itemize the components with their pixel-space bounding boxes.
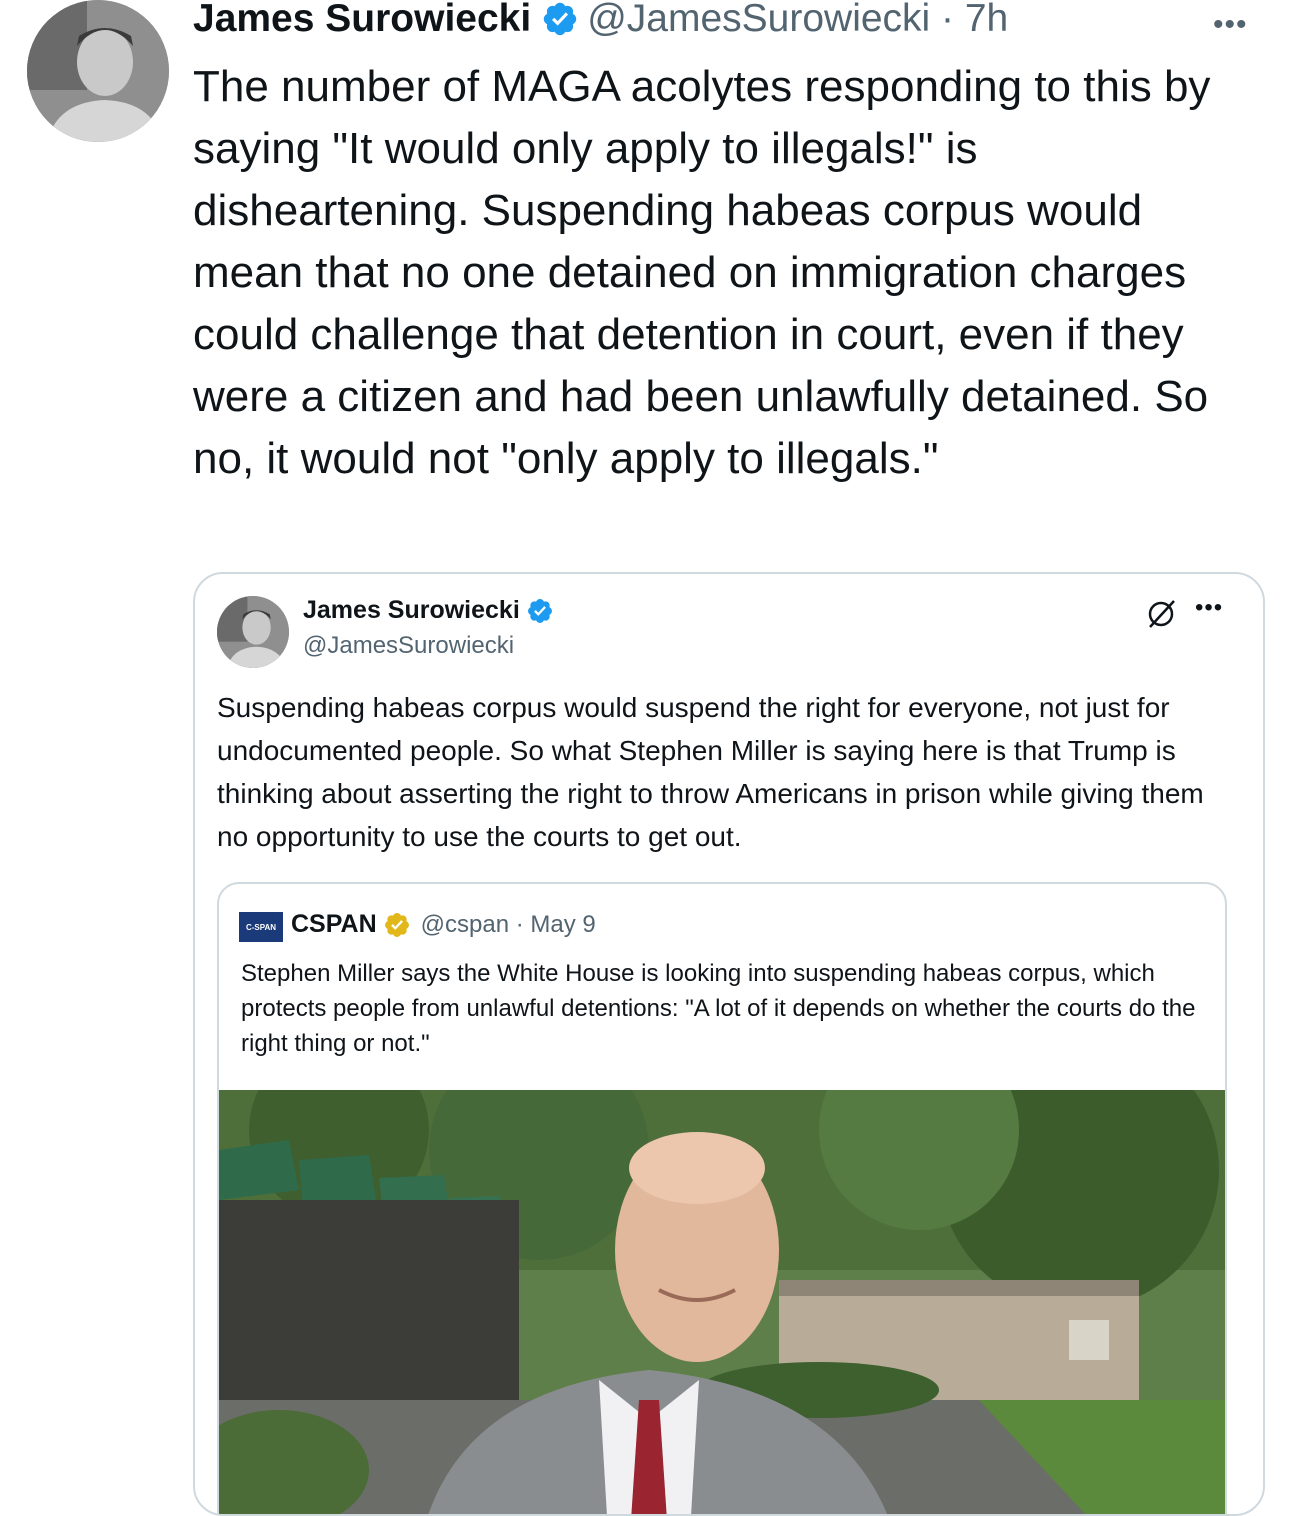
author-name[interactable]: James Surowiecki: [193, 0, 531, 41]
tweet-header: James Surowiecki @JamesSurowiecki · 7h: [193, 0, 1008, 44]
media-photo[interactable]: [219, 1090, 1225, 1516]
verified-badge-icon: [543, 2, 577, 36]
author-handle-time[interactable]: @JamesSurowiecki · 7h: [587, 0, 1008, 41]
quoted-more-options-icon[interactable]: •••: [1195, 594, 1223, 622]
quoted-author-row: James Surowiecki: [303, 596, 554, 625]
more-options-icon[interactable]: •••: [1213, 8, 1248, 42]
nested-author-name[interactable]: CSPAN: [291, 910, 377, 939]
tweet-text: The number of MAGA acolytes responding t…: [193, 62, 1211, 483]
nested-handle-date[interactable]: @cspan · May 9: [421, 911, 596, 939]
grok-icon[interactable]: [1143, 596, 1179, 632]
gold-verified-badge-icon: [384, 912, 409, 937]
quoted-author-avatar[interactable]: [217, 596, 289, 668]
cspan-logo[interactable]: C-SPAN: [239, 912, 283, 942]
quoted-tweet-text: Suspending habeas corpus would suspend t…: [217, 692, 1204, 852]
quoted-author-name[interactable]: James Surowiecki: [303, 596, 520, 625]
quoted-tweet-card[interactable]: James Surowiecki @JamesSurowiecki ••• Su…: [193, 572, 1265, 1516]
nested-author-row: CSPAN @cspan · May 9: [291, 910, 596, 939]
nested-quoted-tweet[interactable]: C-SPAN CSPAN @cspan · May 9 Stephen Mill…: [217, 882, 1227, 1516]
quoted-author-handle[interactable]: @JamesSurowiecki: [303, 632, 514, 660]
nested-tweet-text: Stephen Miller says the White House is l…: [241, 960, 1196, 1057]
verified-badge-icon: [527, 598, 552, 623]
author-avatar[interactable]: [27, 0, 169, 142]
